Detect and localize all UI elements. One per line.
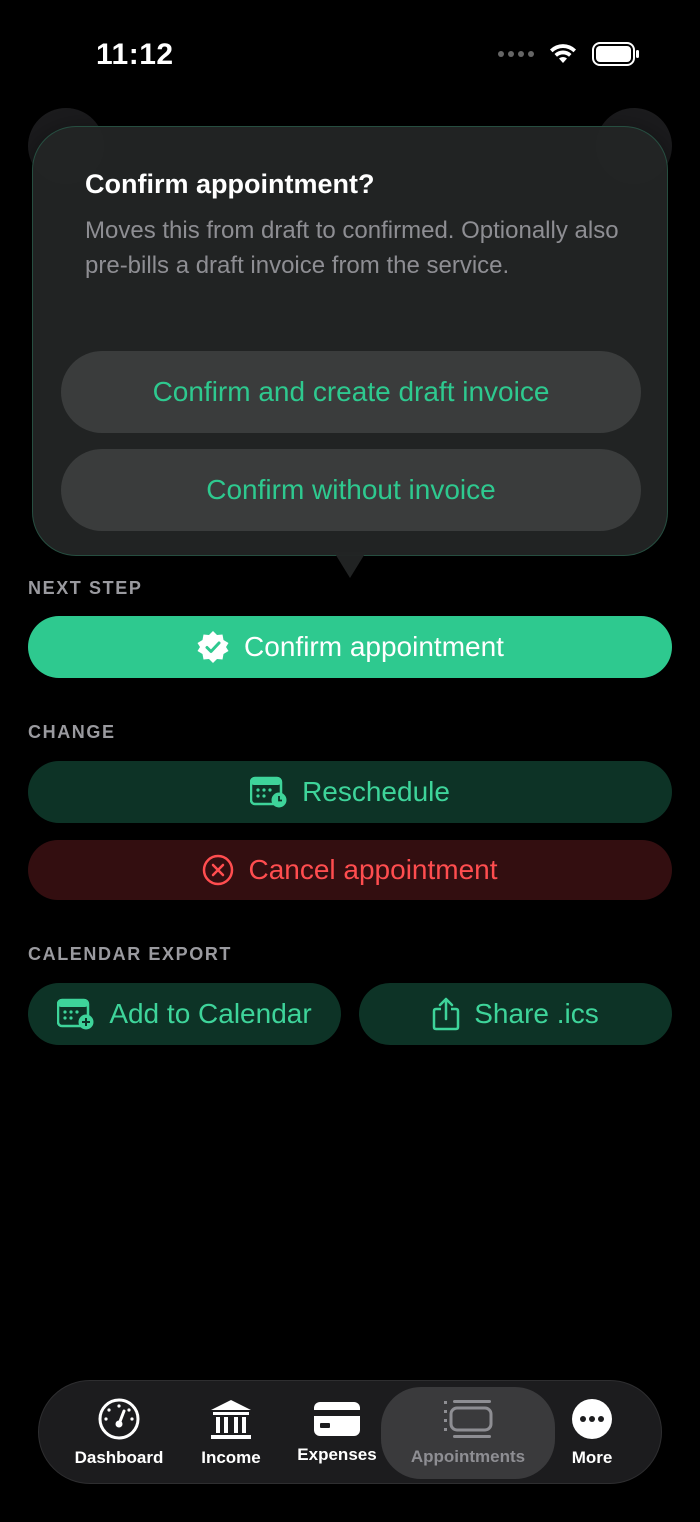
confirm-appointment-label: Confirm appointment (244, 631, 504, 662)
confirm-popover: Confirm appointment? Moves this from dra… (32, 126, 668, 556)
tab-income-label: Income (201, 1448, 261, 1467)
change-label: CHANGE (28, 722, 116, 742)
tab-income[interactable]: Income (189, 1381, 273, 1485)
add-to-calendar-label: Add to Calendar (109, 998, 312, 1029)
gauge-icon (98, 1398, 140, 1440)
share-icon (433, 997, 460, 1031)
tab-expenses[interactable]: Expenses (293, 1381, 381, 1485)
popover-message: Moves this from draft to confirmed. Opti… (85, 217, 619, 279)
credit-card-icon (314, 1402, 360, 1436)
add-to-calendar-button[interactable]: Add to Calendar (28, 983, 341, 1045)
tab-appointments[interactable]: Appointments (381, 1387, 555, 1479)
checkmark-seal-icon (197, 631, 229, 663)
bank-icon (211, 1400, 251, 1439)
reschedule-label: Reschedule (302, 776, 450, 807)
tab-more-label: More (571, 1448, 613, 1467)
next-step-label: NEXT STEP (28, 578, 143, 598)
confirm-with-invoice-button[interactable]: Confirm and create draft invoice (61, 351, 641, 433)
reschedule-button[interactable]: Reschedule (28, 761, 672, 823)
appointments-icon (444, 1400, 493, 1438)
tab-more[interactable]: More (555, 1381, 629, 1485)
tab-dashboard-label: Dashboard (74, 1448, 164, 1467)
popover-title: Confirm appointment? (85, 169, 375, 199)
calendar-clock-icon (250, 776, 287, 808)
x-circle-icon (203, 854, 234, 886)
more-icon (572, 1399, 612, 1439)
tab-dashboard[interactable]: Dashboard (57, 1381, 181, 1485)
tab-expenses-label: Expenses (297, 1445, 377, 1464)
calendar-export-label: CALENDAR EXPORT (28, 944, 233, 964)
confirm-appointment-button[interactable]: Confirm appointment (28, 616, 672, 678)
cancel-appointment-label: Cancel appointment (248, 854, 498, 885)
cancel-appointment-button[interactable]: Cancel appointment (28, 840, 672, 900)
tab-appointments-label: Appointments (410, 1447, 526, 1466)
popover-arrow (334, 552, 366, 578)
share-ics-label: Share .ics (474, 998, 599, 1029)
calendar-add-icon (57, 998, 94, 1030)
confirm-without-invoice-button[interactable]: Confirm without invoice (61, 449, 641, 531)
share-ics-button[interactable]: Share .ics (359, 983, 672, 1045)
tab-bar: Dashboard Income Expenses Appointments M… (38, 1380, 662, 1484)
